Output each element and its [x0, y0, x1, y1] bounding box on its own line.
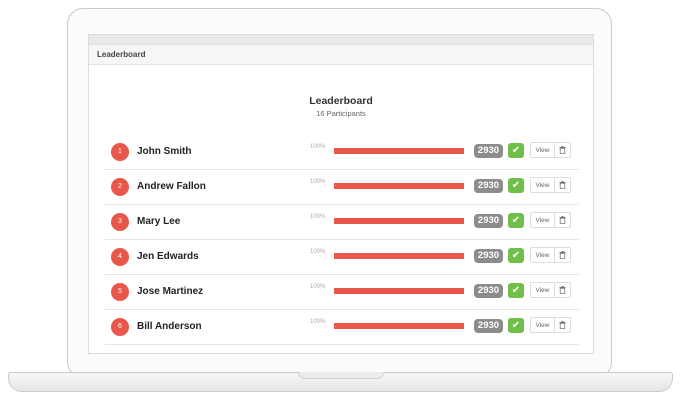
rank-badge: 5	[111, 283, 129, 301]
trash-icon	[559, 251, 566, 259]
score-badge: 2930	[474, 214, 503, 228]
window-topbar	[89, 35, 593, 45]
rank-badge: 3	[111, 213, 129, 231]
progress-percent: 100%	[310, 214, 326, 220]
view-button[interactable]: View	[530, 247, 555, 263]
progress-fill	[334, 253, 464, 259]
progress-bar	[334, 218, 464, 224]
delete-button[interactable]	[555, 282, 571, 298]
progress-percent: 100%	[310, 319, 326, 325]
view-button[interactable]: View	[530, 142, 555, 158]
participant-name: John Smith	[137, 146, 192, 157]
progress-percent: 100%	[310, 144, 326, 150]
laptop-notch	[298, 372, 384, 379]
view-button[interactable]: View	[530, 317, 555, 333]
view-button[interactable]: View	[530, 177, 555, 193]
leaderboard-row: 6 Bill Anderson 100% 2930 ✔ View	[105, 310, 579, 345]
progress-bar	[334, 323, 464, 329]
progress-fill	[334, 218, 464, 224]
progress-bar	[334, 148, 464, 154]
trash-icon	[559, 286, 566, 294]
trash-icon	[559, 216, 566, 224]
rank-badge: 6	[111, 318, 129, 336]
check-icon: ✔	[508, 213, 524, 228]
progress-fill	[334, 323, 464, 329]
rank-badge: 1	[111, 143, 129, 161]
delete-button[interactable]	[555, 212, 571, 228]
delete-button[interactable]	[555, 142, 571, 158]
leaderboard-list: 1 John Smith 100% 2930 ✔ View 2 Andrew Fallon 10…	[105, 135, 579, 345]
trash-icon	[559, 181, 566, 189]
trash-icon	[559, 321, 566, 329]
check-icon: ✔	[508, 283, 524, 298]
progress-fill	[334, 183, 464, 189]
leaderboard-row: 3 Mary Lee 100% 2930 ✔ View	[105, 205, 579, 240]
progress-percent: 100%	[310, 284, 326, 290]
view-button[interactable]: View	[530, 282, 555, 298]
participants-count: 16 Participants	[316, 109, 366, 118]
progress-percent: 100%	[310, 179, 326, 185]
score-badge: 2930	[474, 319, 503, 333]
participant-name: Bill Anderson	[137, 321, 202, 332]
view-button[interactable]: View	[530, 212, 555, 228]
progress-percent: 100%	[310, 249, 326, 255]
check-icon: ✔	[508, 318, 524, 333]
progress-bar	[334, 253, 464, 259]
leaderboard-title: Leaderboard	[309, 95, 373, 107]
leaderboard-row: 1 John Smith 100% 2930 ✔ View	[105, 135, 579, 170]
progress-bar	[334, 183, 464, 189]
panel-header: Leaderboard	[89, 45, 593, 65]
delete-button[interactable]	[555, 247, 571, 263]
trash-icon	[559, 146, 566, 154]
rank-badge: 4	[111, 248, 129, 266]
participant-name: Jose Martinez	[137, 286, 204, 297]
progress-fill	[334, 148, 464, 154]
score-badge: 2930	[474, 144, 503, 158]
participant-name: Andrew Fallon	[137, 181, 206, 192]
check-icon: ✔	[508, 178, 524, 193]
delete-button[interactable]	[555, 177, 571, 193]
rank-badge: 2	[111, 178, 129, 196]
participant-name: Jen Edwards	[137, 251, 199, 262]
leaderboard-row: 2 Andrew Fallon 100% 2930 ✔ View	[105, 170, 579, 205]
delete-button[interactable]	[555, 317, 571, 333]
check-icon: ✔	[508, 248, 524, 263]
score-badge: 2930	[474, 284, 503, 298]
leaderboard-row: 4 Jen Edwards 100% 2930 ✔ View	[105, 240, 579, 275]
check-icon: ✔	[508, 143, 524, 158]
app-window: Leaderboard Leaderboard 16 Participants …	[88, 34, 594, 354]
score-badge: 2930	[474, 179, 503, 193]
progress-fill	[334, 288, 464, 294]
score-badge: 2930	[474, 249, 503, 263]
progress-bar	[334, 288, 464, 294]
leaderboard-row: 5 Jose Martinez 100% 2930 ✔ View	[105, 275, 579, 310]
participant-name: Mary Lee	[137, 216, 181, 227]
